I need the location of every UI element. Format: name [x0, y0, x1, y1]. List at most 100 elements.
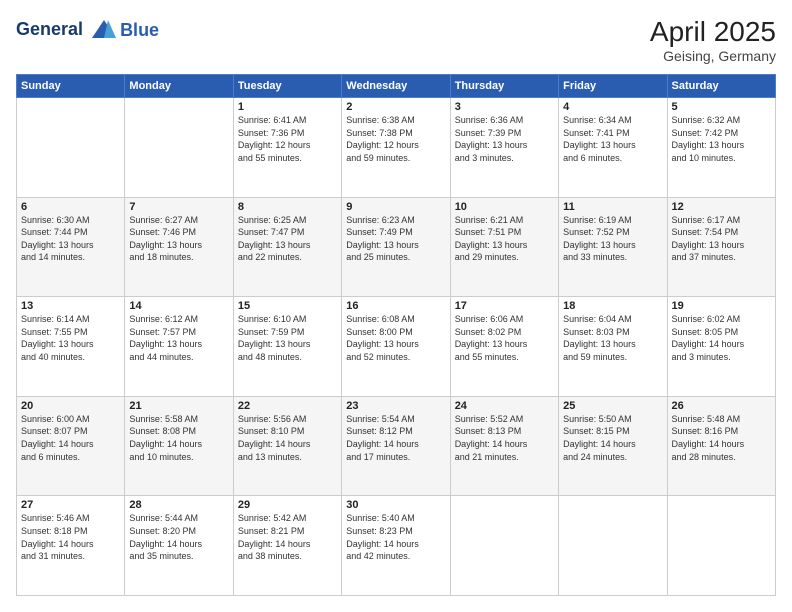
day-info: Sunrise: 6:04 AM Sunset: 8:03 PM Dayligh… [563, 313, 662, 363]
day-number: 10 [455, 201, 554, 213]
calendar-cell: 11Sunrise: 6:19 AM Sunset: 7:52 PM Dayli… [559, 197, 667, 297]
calendar-cell: 7Sunrise: 6:27 AM Sunset: 7:46 PM Daylig… [125, 197, 233, 297]
day-info: Sunrise: 6:41 AM Sunset: 7:36 PM Dayligh… [238, 114, 337, 164]
logo-icon [90, 16, 118, 44]
page: General Blue April 2025 Geising, Germany… [0, 0, 792, 612]
day-number: 13 [21, 300, 120, 312]
day-info: Sunrise: 6:34 AM Sunset: 7:41 PM Dayligh… [563, 114, 662, 164]
day-info: Sunrise: 5:52 AM Sunset: 8:13 PM Dayligh… [455, 413, 554, 463]
weekday-header-saturday: Saturday [667, 75, 775, 98]
day-number: 18 [563, 300, 662, 312]
weekday-header-sunday: Sunday [17, 75, 125, 98]
day-info: Sunrise: 6:10 AM Sunset: 7:59 PM Dayligh… [238, 313, 337, 363]
day-info: Sunrise: 5:42 AM Sunset: 8:21 PM Dayligh… [238, 512, 337, 562]
day-info: Sunrise: 5:46 AM Sunset: 8:18 PM Dayligh… [21, 512, 120, 562]
calendar-cell: 5Sunrise: 6:32 AM Sunset: 7:42 PM Daylig… [667, 98, 775, 198]
day-info: Sunrise: 5:58 AM Sunset: 8:08 PM Dayligh… [129, 413, 228, 463]
logo-blue: Blue [120, 20, 159, 41]
day-info: Sunrise: 5:48 AM Sunset: 8:16 PM Dayligh… [672, 413, 771, 463]
day-info: Sunrise: 6:02 AM Sunset: 8:05 PM Dayligh… [672, 313, 771, 363]
calendar-table: SundayMondayTuesdayWednesdayThursdayFrid… [16, 74, 776, 596]
day-info: Sunrise: 6:19 AM Sunset: 7:52 PM Dayligh… [563, 214, 662, 264]
calendar-cell [559, 496, 667, 596]
day-info: Sunrise: 6:27 AM Sunset: 7:46 PM Dayligh… [129, 214, 228, 264]
day-info: Sunrise: 6:38 AM Sunset: 7:38 PM Dayligh… [346, 114, 445, 164]
day-number: 21 [129, 400, 228, 412]
day-number: 3 [455, 101, 554, 113]
calendar-cell: 24Sunrise: 5:52 AM Sunset: 8:13 PM Dayli… [450, 396, 558, 496]
day-number: 29 [238, 499, 337, 511]
calendar-cell: 2Sunrise: 6:38 AM Sunset: 7:38 PM Daylig… [342, 98, 450, 198]
calendar-cell: 23Sunrise: 5:54 AM Sunset: 8:12 PM Dayli… [342, 396, 450, 496]
calendar-cell: 29Sunrise: 5:42 AM Sunset: 8:21 PM Dayli… [233, 496, 341, 596]
calendar-week-row: 6Sunrise: 6:30 AM Sunset: 7:44 PM Daylig… [17, 197, 776, 297]
day-info: Sunrise: 5:56 AM Sunset: 8:10 PM Dayligh… [238, 413, 337, 463]
calendar-week-row: 1Sunrise: 6:41 AM Sunset: 7:36 PM Daylig… [17, 98, 776, 198]
calendar-cell: 25Sunrise: 5:50 AM Sunset: 8:15 PM Dayli… [559, 396, 667, 496]
weekday-header-thursday: Thursday [450, 75, 558, 98]
calendar-cell: 28Sunrise: 5:44 AM Sunset: 8:20 PM Dayli… [125, 496, 233, 596]
calendar-cell: 19Sunrise: 6:02 AM Sunset: 8:05 PM Dayli… [667, 297, 775, 397]
day-info: Sunrise: 5:50 AM Sunset: 8:15 PM Dayligh… [563, 413, 662, 463]
day-number: 25 [563, 400, 662, 412]
calendar-cell: 16Sunrise: 6:08 AM Sunset: 8:00 PM Dayli… [342, 297, 450, 397]
logo: General Blue [16, 16, 159, 44]
day-info: Sunrise: 6:21 AM Sunset: 7:51 PM Dayligh… [455, 214, 554, 264]
day-number: 6 [21, 201, 120, 213]
day-info: Sunrise: 6:06 AM Sunset: 8:02 PM Dayligh… [455, 313, 554, 363]
day-number: 30 [346, 499, 445, 511]
day-number: 26 [672, 400, 771, 412]
day-number: 23 [346, 400, 445, 412]
weekday-header-row: SundayMondayTuesdayWednesdayThursdayFrid… [17, 75, 776, 98]
calendar-week-row: 27Sunrise: 5:46 AM Sunset: 8:18 PM Dayli… [17, 496, 776, 596]
calendar-cell: 1Sunrise: 6:41 AM Sunset: 7:36 PM Daylig… [233, 98, 341, 198]
weekday-header-wednesday: Wednesday [342, 75, 450, 98]
day-info: Sunrise: 5:44 AM Sunset: 8:20 PM Dayligh… [129, 512, 228, 562]
calendar-week-row: 20Sunrise: 6:00 AM Sunset: 8:07 PM Dayli… [17, 396, 776, 496]
title-block: April 2025 Geising, Germany [650, 16, 776, 64]
day-number: 14 [129, 300, 228, 312]
weekday-header-monday: Monday [125, 75, 233, 98]
calendar-cell: 12Sunrise: 6:17 AM Sunset: 7:54 PM Dayli… [667, 197, 775, 297]
calendar-cell: 8Sunrise: 6:25 AM Sunset: 7:47 PM Daylig… [233, 197, 341, 297]
day-info: Sunrise: 6:12 AM Sunset: 7:57 PM Dayligh… [129, 313, 228, 363]
day-number: 7 [129, 201, 228, 213]
calendar-cell: 13Sunrise: 6:14 AM Sunset: 7:55 PM Dayli… [17, 297, 125, 397]
day-info: Sunrise: 6:00 AM Sunset: 8:07 PM Dayligh… [21, 413, 120, 463]
day-number: 20 [21, 400, 120, 412]
calendar-cell: 18Sunrise: 6:04 AM Sunset: 8:03 PM Dayli… [559, 297, 667, 397]
calendar-cell: 14Sunrise: 6:12 AM Sunset: 7:57 PM Dayli… [125, 297, 233, 397]
month-year: April 2025 [650, 16, 776, 48]
day-number: 15 [238, 300, 337, 312]
day-number: 1 [238, 101, 337, 113]
day-number: 9 [346, 201, 445, 213]
calendar-cell: 20Sunrise: 6:00 AM Sunset: 8:07 PM Dayli… [17, 396, 125, 496]
logo-text: General [16, 16, 118, 44]
day-info: Sunrise: 6:23 AM Sunset: 7:49 PM Dayligh… [346, 214, 445, 264]
day-info: Sunrise: 6:25 AM Sunset: 7:47 PM Dayligh… [238, 214, 337, 264]
day-number: 12 [672, 201, 771, 213]
day-number: 17 [455, 300, 554, 312]
calendar-cell: 4Sunrise: 6:34 AM Sunset: 7:41 PM Daylig… [559, 98, 667, 198]
calendar-cell [125, 98, 233, 198]
day-info: Sunrise: 6:30 AM Sunset: 7:44 PM Dayligh… [21, 214, 120, 264]
day-number: 24 [455, 400, 554, 412]
location: Geising, Germany [650, 48, 776, 64]
weekday-header-friday: Friday [559, 75, 667, 98]
calendar-cell [450, 496, 558, 596]
day-number: 4 [563, 101, 662, 113]
calendar-cell: 21Sunrise: 5:58 AM Sunset: 8:08 PM Dayli… [125, 396, 233, 496]
day-number: 11 [563, 201, 662, 213]
calendar-cell: 27Sunrise: 5:46 AM Sunset: 8:18 PM Dayli… [17, 496, 125, 596]
day-info: Sunrise: 6:08 AM Sunset: 8:00 PM Dayligh… [346, 313, 445, 363]
day-number: 22 [238, 400, 337, 412]
day-number: 2 [346, 101, 445, 113]
calendar-cell: 10Sunrise: 6:21 AM Sunset: 7:51 PM Dayli… [450, 197, 558, 297]
day-number: 28 [129, 499, 228, 511]
day-info: Sunrise: 6:36 AM Sunset: 7:39 PM Dayligh… [455, 114, 554, 164]
day-number: 16 [346, 300, 445, 312]
calendar-week-row: 13Sunrise: 6:14 AM Sunset: 7:55 PM Dayli… [17, 297, 776, 397]
calendar-cell: 6Sunrise: 6:30 AM Sunset: 7:44 PM Daylig… [17, 197, 125, 297]
calendar-cell: 30Sunrise: 5:40 AM Sunset: 8:23 PM Dayli… [342, 496, 450, 596]
calendar-cell: 22Sunrise: 5:56 AM Sunset: 8:10 PM Dayli… [233, 396, 341, 496]
